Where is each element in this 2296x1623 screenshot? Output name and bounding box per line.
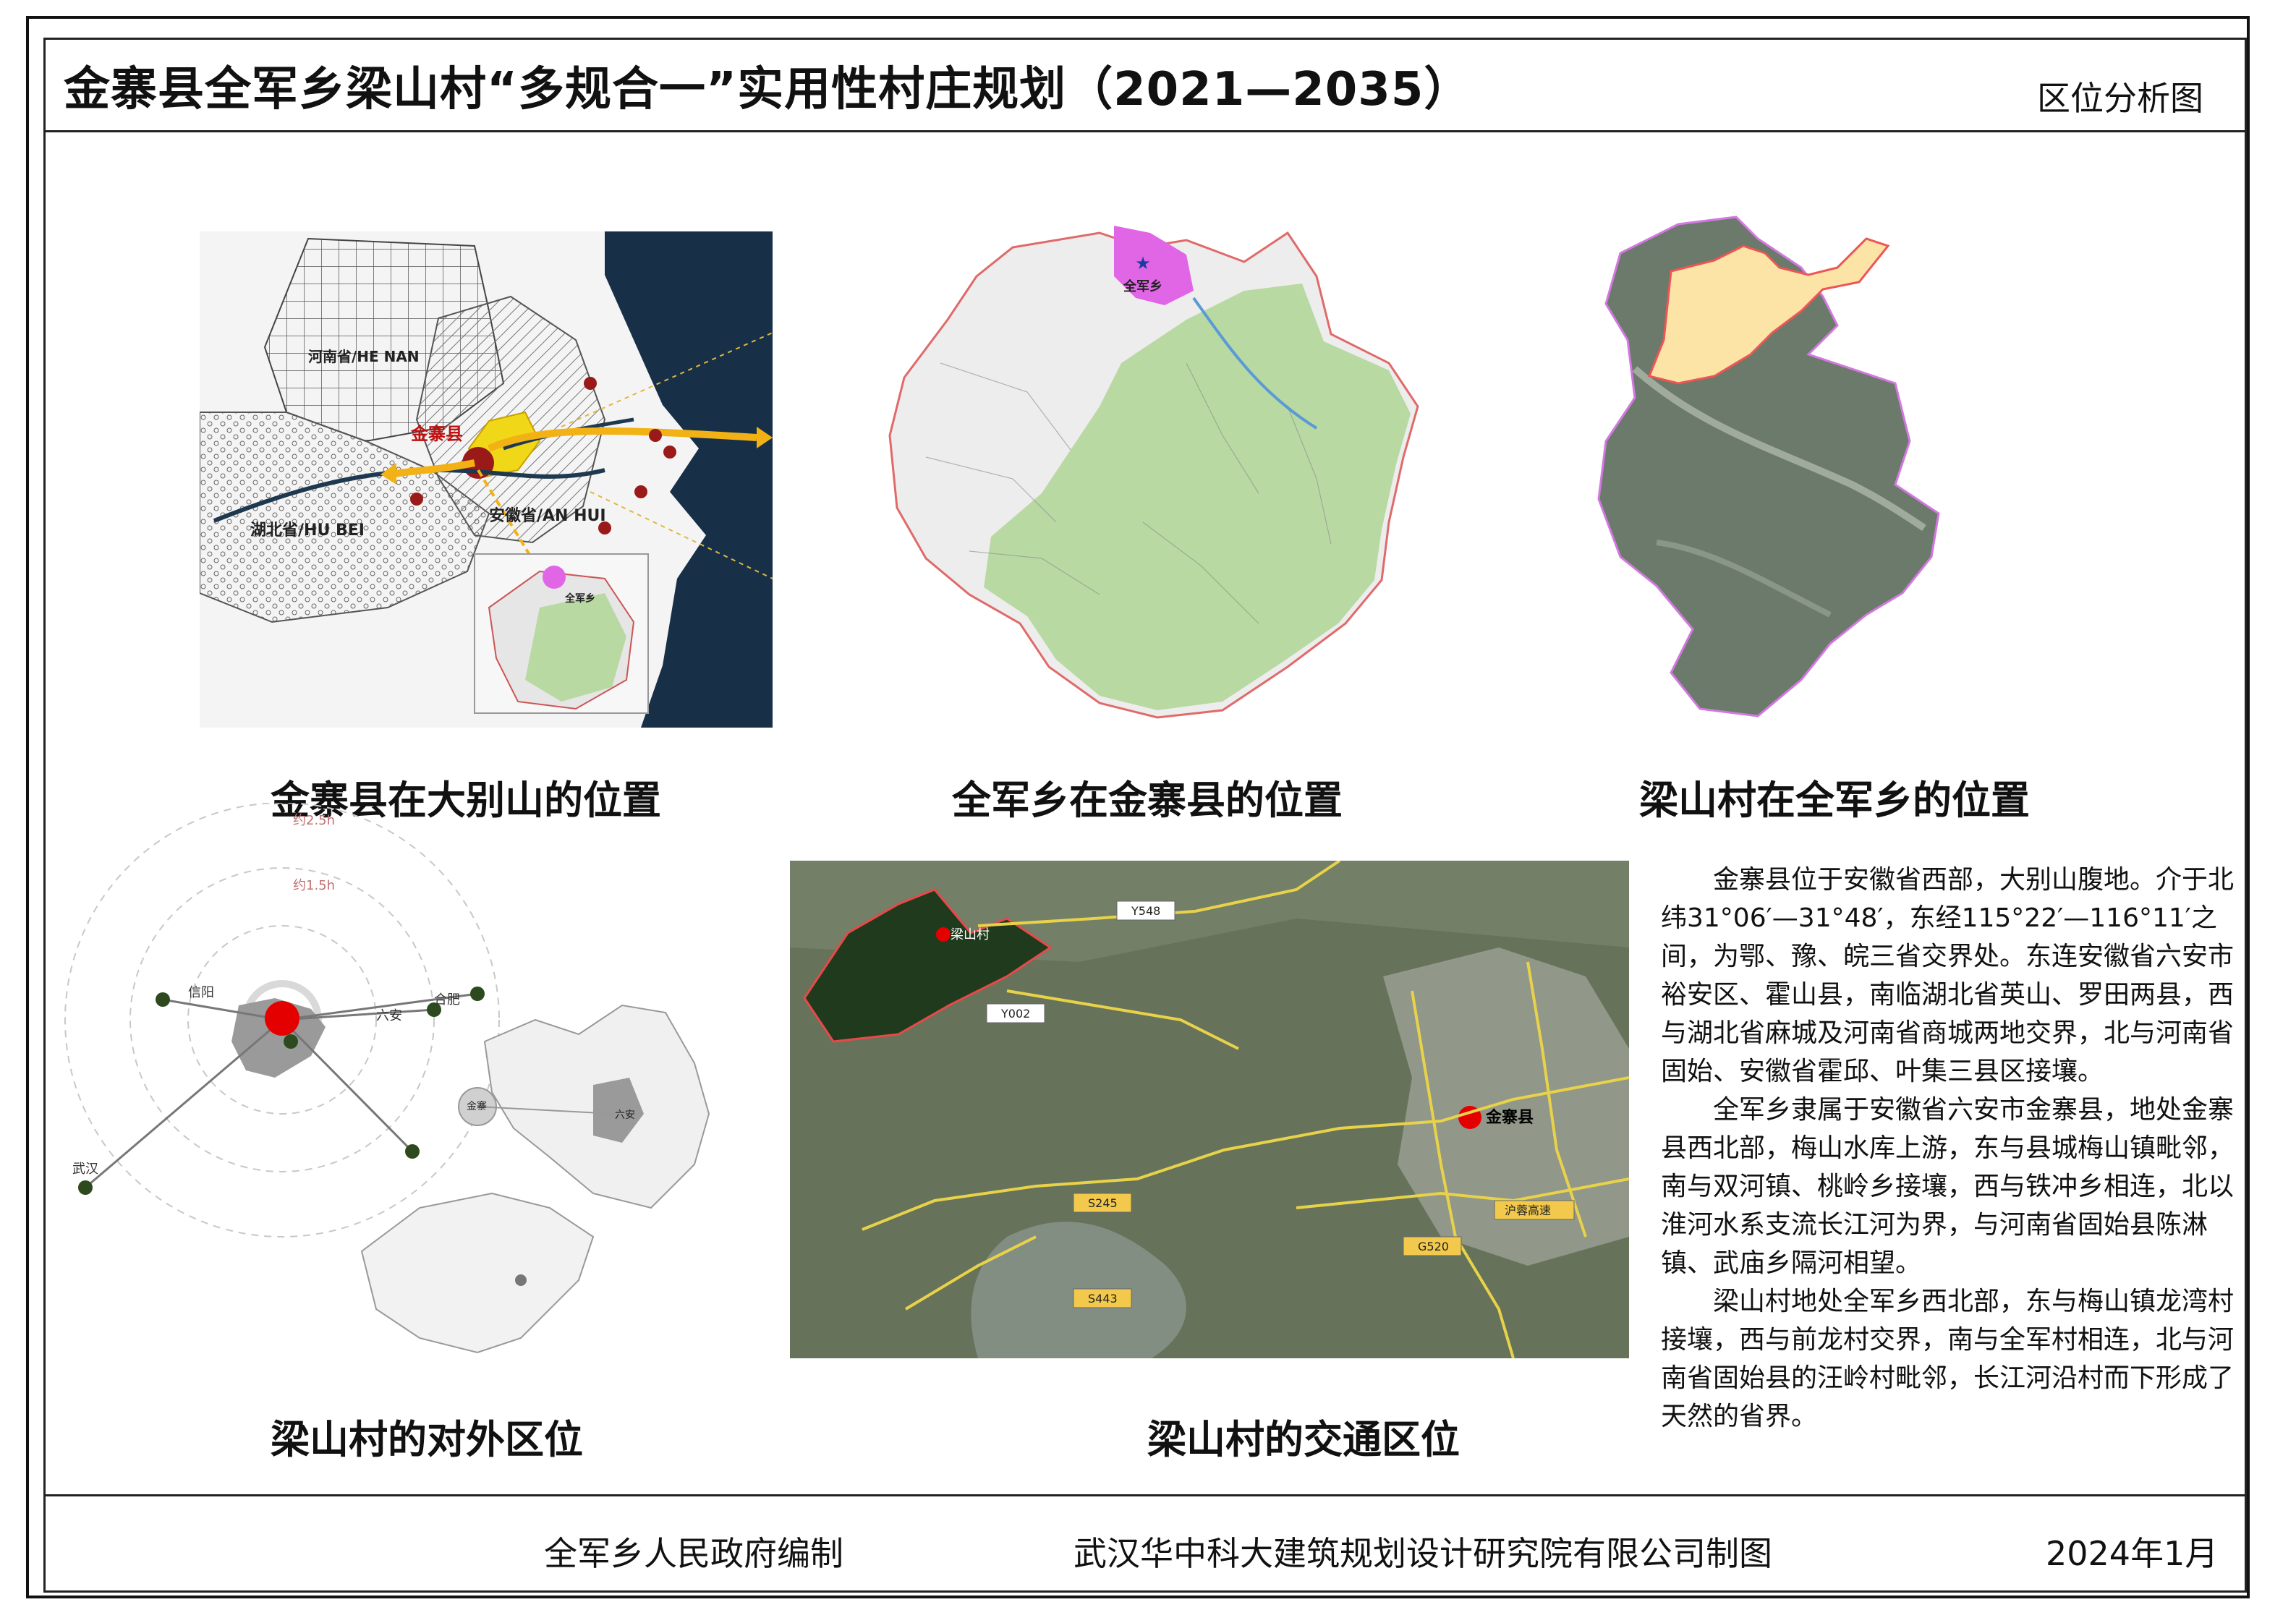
city-hefei: 合肥	[434, 992, 460, 1008]
description-paragraph-2: 全军乡隶属于安徽省六安市金寨县，地处金寨县西北部，梅山水库上游，东与县城梅山镇毗…	[1661, 1095, 2235, 1278]
label-henan: 河南省/HE NAN	[308, 348, 420, 365]
footer-designer: 武汉华中科大建筑规划设计研究院有限公司制图	[1073, 1534, 1772, 1573]
quanjun-township-map	[1597, 216, 1940, 717]
inset-jinzhai: 金寨	[467, 1100, 487, 1112]
caption-map-2: 全军乡在金寨县的位置	[952, 778, 1343, 823]
caption-map-5: 梁山村的交通区位	[1147, 1417, 1460, 1462]
label-liangshan: 梁山村	[951, 927, 990, 942]
map-quanjun-township	[1591, 210, 2040, 738]
transport-map: 梁山村 Y548 Y002 金寨县 S245 S443 G520 沪蓉高速	[790, 861, 1629, 1358]
description-paragraph-3: 梁山村地处全军乡西北部，东与梅山镇龙湾村接壤，西与前龙村交界，南与全军村相连，北…	[1661, 1287, 2235, 1431]
inset-luan: 六安	[615, 1109, 635, 1121]
label-jinzhai-county: 金寨县	[1485, 1108, 1534, 1127]
label-jinzhai: 金寨县	[410, 424, 463, 444]
label-hubei: 湖北省/HU BEI	[250, 521, 365, 540]
footer-divider	[43, 1494, 2247, 1496]
label-y548: Y548	[1131, 904, 1160, 918]
location-description: 金寨县位于安徽省西部，大别山腹地。介于北纬31°06′—31°48′，东经115…	[1661, 861, 2247, 1436]
map-jinzhai-county: ★ 全军乡	[883, 218, 1432, 730]
sheet-name: 区位分析图	[2037, 79, 2203, 118]
label-g520: G520	[1418, 1240, 1449, 1253]
external-location-map: 约2.5h 约1.5h 信阳 六安 合肥 武汉 金寨 六安	[64, 803, 710, 1354]
ring-label-2: 约1.5h	[293, 878, 335, 893]
city-xinyang: 信阳	[188, 985, 214, 1000]
dabie-region-map: 河南省/HE NAN 湖北省/HU BEI 安徽省/AN HUI 金寨县 全军乡	[200, 231, 773, 728]
footer-date: 2024年1月	[2046, 1534, 2219, 1573]
map-dabie-region: 河南省/HE NAN 湖北省/HU BEI 安徽省/AN HUI 金寨县 全军乡	[200, 231, 773, 728]
label-s443: S443	[1088, 1292, 1118, 1305]
label-quanjun: 全军乡	[564, 592, 595, 605]
caption-map-3: 梁山村在全军乡的位置	[1639, 778, 2030, 823]
footer-compiler: 全军乡人民政府编制	[544, 1534, 843, 1573]
china-inset	[360, 1192, 595, 1354]
map-external-location: 约2.5h 约1.5h 信阳 六安 合肥 武汉 金寨 六安	[43, 803, 760, 1367]
city-wuhan: 武汉	[72, 1162, 98, 1177]
label-quanjun-township: 全军乡	[1123, 278, 1162, 294]
header-divider	[43, 130, 2247, 132]
caption-map-4: 梁山村的对外区位	[271, 1417, 583, 1462]
page-title: 金寨县全军乡梁山村“多规合一”实用性村庄规划（2021—2035）	[64, 63, 1471, 116]
description-paragraph-1: 金寨县位于安徽省西部，大别山腹地。介于北纬31°06′—31°48′，东经115…	[1661, 865, 2235, 1086]
svg-text:★: ★	[1135, 253, 1151, 273]
city-luan: 六安	[376, 1008, 402, 1023]
label-hurong-expressway: 沪蓉高速	[1505, 1204, 1551, 1217]
liangshan-point	[265, 1001, 299, 1036]
label-y002: Y002	[1000, 1007, 1030, 1021]
ring-label-1: 约2.5h	[293, 813, 335, 828]
label-anhui: 安徽省/AN HUI	[489, 506, 606, 525]
map-transport: 梁山村 Y548 Y002 金寨县 S245 S443 G520 沪蓉高速	[790, 861, 1629, 1358]
jinzhai-county-map: ★ 全军乡	[888, 226, 1419, 719]
label-s245: S245	[1088, 1196, 1118, 1210]
